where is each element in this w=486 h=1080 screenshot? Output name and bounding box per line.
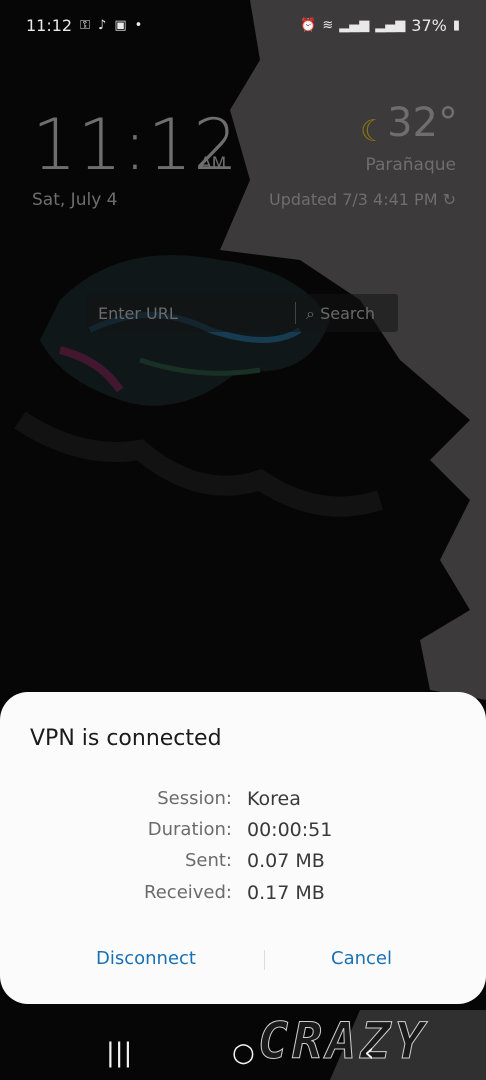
moon-icon: ☾	[360, 114, 387, 149]
info-label: Received:	[144, 882, 232, 903]
url-bar[interactable]: Enter URL ⌕ Search	[86, 294, 398, 332]
dot-icon: •	[134, 17, 143, 33]
search-label: Search	[320, 304, 376, 323]
weather-temperature: 32°	[387, 100, 458, 146]
shop-icon: ▣	[114, 17, 127, 33]
weather-city: Parañaque	[365, 155, 456, 175]
status-time: 11:12	[26, 16, 73, 35]
status-bar: 11:12 ⚿ ♪ ▣ • ⏰ ≋ ▂▄▆ ▂▄▆ 37% ▮	[0, 0, 486, 56]
info-row-received: Received: 0.17 MB	[0, 882, 486, 912]
cancel-button[interactable]: Cancel	[331, 948, 392, 969]
battery-percent: 37%	[411, 16, 447, 35]
weather-updated: Updated 7/3 4:41 PM ↻	[269, 190, 456, 209]
signal-icon: ▂▄▆	[375, 17, 406, 33]
navigation-bar: ||| ○ ‹	[0, 1030, 486, 1080]
url-bar-divider	[295, 302, 296, 324]
info-value: Korea	[247, 788, 301, 810]
disconnect-button[interactable]: Disconnect	[96, 948, 196, 969]
info-value: 00:00:51	[247, 819, 333, 841]
search-button[interactable]: ⌕ Search	[306, 304, 375, 324]
url-input[interactable]: Enter URL	[98, 304, 178, 323]
home-icon[interactable]: ○	[232, 1038, 255, 1068]
signal-icon: ▂▄▆	[339, 17, 370, 33]
alarm-icon: ⏰	[300, 17, 317, 33]
info-row-session: Session: Korea	[0, 788, 486, 818]
recents-icon[interactable]: |||	[106, 1038, 132, 1068]
weather-updated-text: Updated 7/3 4:41 PM	[269, 190, 438, 209]
lockscreen-date: Sat, July 4	[32, 190, 118, 210]
tiktok-icon: ♪	[98, 17, 107, 33]
search-icon: ⌕	[306, 304, 315, 323]
battery-icon: ▮	[452, 17, 460, 33]
back-icon[interactable]: ‹	[364, 1038, 374, 1068]
dialog-title: VPN is connected	[30, 726, 222, 751]
info-label: Sent:	[184, 850, 232, 871]
wifi-icon: ≋	[322, 17, 334, 33]
button-divider	[264, 950, 265, 970]
refresh-icon: ↻	[442, 190, 456, 209]
info-row-sent: Sent: 0.07 MB	[0, 850, 486, 880]
info-row-duration: Duration: 00:00:51	[0, 819, 486, 849]
vpn-dialog: VPN is connected Session: Korea Duration…	[0, 692, 486, 1004]
info-label: Duration:	[147, 819, 232, 840]
info-value: 0.07 MB	[247, 850, 325, 872]
lockscreen-ampm: AM	[200, 154, 227, 174]
key-icon: ⚿	[80, 17, 91, 33]
info-value: 0.17 MB	[247, 882, 325, 904]
info-label: Session:	[157, 788, 232, 809]
